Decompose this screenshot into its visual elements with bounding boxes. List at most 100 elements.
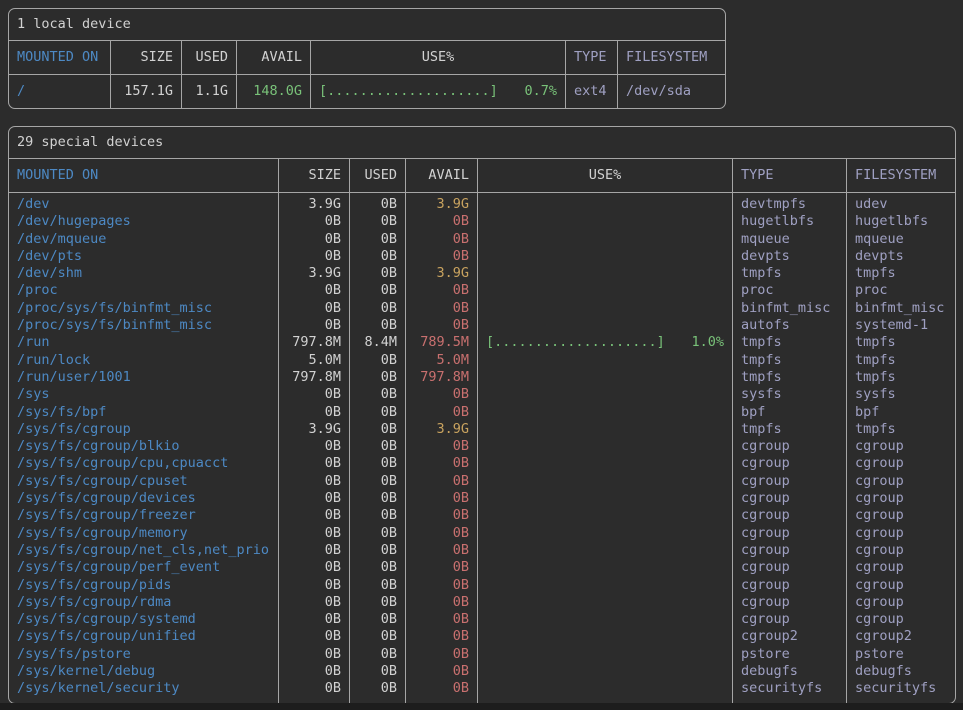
table-row: /dev/mqueue0B0B0Bmqueuemqueue — [9, 231, 955, 248]
cell-used: 0B — [349, 455, 405, 472]
cell-size: 0B — [278, 386, 349, 403]
table-row: /sys/fs/cgroup/cpuset0B0B0Bcgroupcgroup — [9, 473, 955, 490]
cell-mounted-on: /run/lock — [9, 352, 278, 369]
table-row: /run/lock5.0M0B5.0Mtmpfstmpfs — [9, 352, 955, 369]
cell-type: ext4 — [565, 75, 617, 108]
cell-type: cgroup — [732, 542, 846, 559]
column-header-use: USE% — [477, 159, 732, 192]
cell-type: cgroup — [732, 577, 846, 594]
cell-filesystem: tmpfs — [846, 334, 955, 351]
column-header-avail: AVAIL — [405, 159, 477, 192]
cell-size: 157.1G — [110, 75, 181, 108]
cell-type: debugfs — [732, 663, 846, 680]
cell-size: 797.8M — [278, 334, 349, 351]
cell-filesystem: cgroup — [846, 559, 955, 576]
cell-size: 0B — [278, 594, 349, 611]
cell-used: 0B — [349, 386, 405, 403]
column-header-size: SIZE — [110, 41, 181, 74]
cell-size: 0B — [278, 680, 349, 702]
cell-type: hugetlbfs — [732, 213, 846, 230]
cell-avail: 0B — [405, 231, 477, 248]
cell-filesystem: sysfs — [846, 386, 955, 403]
cell-type: cgroup — [732, 438, 846, 455]
table-row: /sys/fs/cgroup/cpu,cpuacct0B0B0Bcgroupcg… — [9, 455, 955, 472]
cell-avail: 0B — [405, 438, 477, 455]
cell-filesystem: cgroup — [846, 490, 955, 507]
cell-used: 0B — [349, 421, 405, 438]
cell-use-bar: [....................]0.7% — [310, 75, 565, 108]
table-row: /sys/fs/pstore0B0B0Bpstorepstore — [9, 646, 955, 663]
table-row: /sys0B0B0Bsysfssysfs — [9, 386, 955, 403]
column-header-type: TYPE — [565, 41, 617, 74]
cell-avail: 148.0G — [236, 75, 310, 108]
cell-mounted-on: /proc — [9, 282, 278, 299]
cell-used: 0B — [349, 300, 405, 317]
cell-avail: 5.0M — [405, 352, 477, 369]
cell-mounted-on: / — [9, 75, 110, 108]
cell-mounted-on: /run — [9, 334, 278, 351]
cell-used: 0B — [349, 680, 405, 702]
cell-mounted-on: /sys/fs/cgroup/net_cls,net_prio — [9, 542, 278, 559]
table-row: /proc/sys/fs/binfmt_misc0B0B0Bbinfmt_mis… — [9, 300, 955, 317]
cell-type: tmpfs — [732, 369, 846, 386]
cell-type: cgroup2 — [732, 628, 846, 645]
cell-avail: 0B — [405, 559, 477, 576]
table-row: /sys/fs/cgroup/memory0B0B0Bcgroupcgroup — [9, 525, 955, 542]
cell-used: 0B — [349, 282, 405, 299]
cell-use-bar — [477, 455, 732, 472]
cell-size: 0B — [278, 542, 349, 559]
cell-used: 0B — [349, 490, 405, 507]
cell-mounted-on: /sys/fs/cgroup/freezer — [9, 507, 278, 524]
cell-avail: 797.8M — [405, 369, 477, 386]
cell-mounted-on: /sys/fs/cgroup/cpu,cpuacct — [9, 455, 278, 472]
cell-size: 0B — [278, 473, 349, 490]
cell-use-bar — [477, 438, 732, 455]
table-row: /sys/fs/cgroup/devices0B0B0Bcgroupcgroup — [9, 490, 955, 507]
cell-filesystem: tmpfs — [846, 352, 955, 369]
cell-size: 0B — [278, 455, 349, 472]
cell-size: 3.9G — [278, 265, 349, 282]
column-header-used: USED — [181, 41, 236, 74]
cell-avail: 0B — [405, 594, 477, 611]
cell-filesystem: /dev/sda — [617, 75, 725, 108]
cell-use-bar — [477, 282, 732, 299]
cell-mounted-on: /sys/fs/cgroup/systemd — [9, 611, 278, 628]
cell-mounted-on: /sys/fs/cgroup/unified — [9, 628, 278, 645]
cell-use-bar — [477, 525, 732, 542]
cell-type: cgroup — [732, 594, 846, 611]
cell-type: tmpfs — [732, 352, 846, 369]
cell-used: 0B — [349, 369, 405, 386]
cell-size: 0B — [278, 213, 349, 230]
cell-avail: 0B — [405, 282, 477, 299]
cell-used: 0B — [349, 438, 405, 455]
cell-mounted-on: /sys/fs/cgroup/rdma — [9, 594, 278, 611]
cell-filesystem: cgroup — [846, 438, 955, 455]
table-row: /proc0B0B0Bprocproc — [9, 282, 955, 299]
cell-used: 0B — [349, 559, 405, 576]
cell-type: devtmpfs — [732, 193, 846, 213]
table-row: /dev/shm3.9G0B3.9Gtmpfstmpfs — [9, 265, 955, 282]
cell-used: 0B — [349, 265, 405, 282]
cell-size: 0B — [278, 404, 349, 421]
cell-size: 0B — [278, 611, 349, 628]
cell-avail: 0B — [405, 542, 477, 559]
cell-use-bar — [477, 611, 732, 628]
cell-filesystem: debugfs — [846, 663, 955, 680]
cell-mounted-on: /run/user/1001 — [9, 369, 278, 386]
cell-filesystem: binfmt_misc — [846, 300, 955, 317]
table-title: 29 special devices — [9, 127, 955, 159]
cell-use-bar — [477, 386, 732, 403]
column-header-avail: AVAIL — [236, 41, 310, 74]
cell-avail: 3.9G — [405, 193, 477, 213]
table-title: 1 local device — [9, 9, 725, 41]
cell-type: cgroup — [732, 611, 846, 628]
table-row: /sys/fs/cgroup/net_cls,net_prio0B0B0Bcgr… — [9, 542, 955, 559]
table-body: /157.1G1.1G148.0G[....................]0… — [9, 75, 725, 108]
cell-mounted-on: /sys/fs/cgroup/blkio — [9, 438, 278, 455]
cell-filesystem: cgroup — [846, 455, 955, 472]
table-body: /dev3.9G0B3.9Gdevtmpfsudev/dev/hugepages… — [9, 193, 955, 703]
cell-use-bar — [477, 594, 732, 611]
table-header: MOUNTED ONSIZEUSEDAVAILUSE%TYPEFILESYSTE… — [9, 41, 725, 75]
cell-mounted-on: /sys/fs/pstore — [9, 646, 278, 663]
terminal-bottom-edge — [0, 703, 963, 710]
